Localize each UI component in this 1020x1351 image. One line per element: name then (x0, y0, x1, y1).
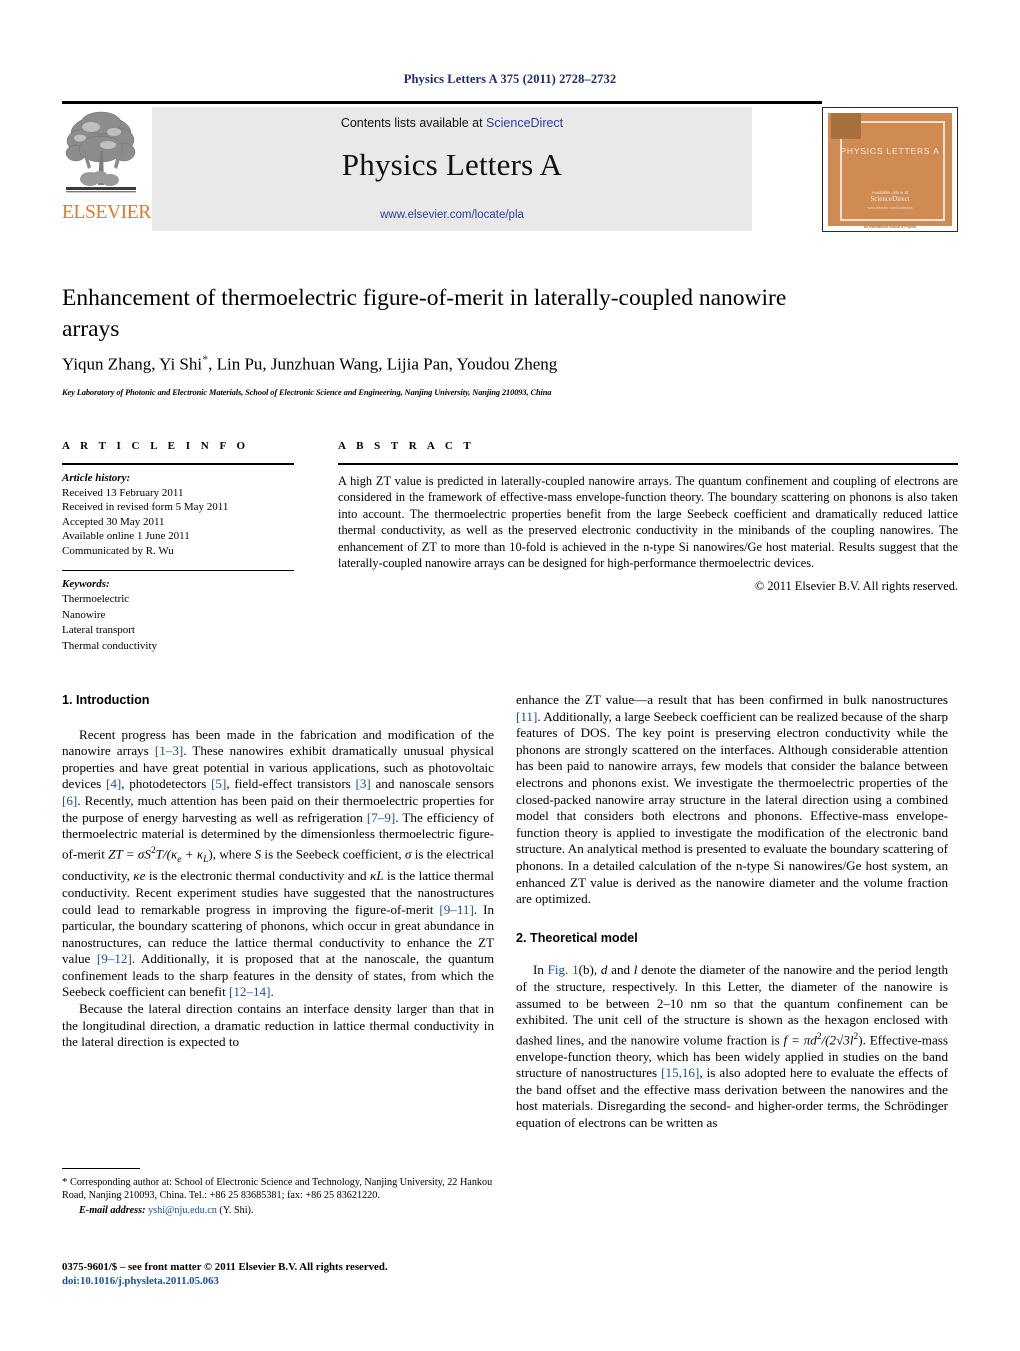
authors-tail: , Lin Pu, Junzhuan Wang, Lijia Pan, Youd… (208, 354, 558, 374)
masthead-band: Contents lists available at ScienceDirec… (152, 107, 752, 231)
paragraph-intro-1: Recent progress has been made in the fab… (62, 727, 494, 1001)
keyword-item: Thermal conductivity (62, 639, 157, 652)
math-run: = σS (122, 846, 151, 862)
math-run: T (155, 846, 163, 862)
keywords-label: Keywords: (62, 577, 110, 590)
math-symbol-kappa-e: κe (133, 868, 146, 884)
issn-line: 0375-9601/$ – see front matter © 2011 El… (62, 1261, 388, 1273)
reference-link[interactable]: [9–11] (439, 902, 473, 917)
text-run: is the electronic thermal conductivity a… (145, 868, 371, 884)
section-heading-theoretical-model: 2. Theoretical model (516, 930, 638, 945)
affiliation: Key Laboratory of Photonic and Electroni… (62, 388, 552, 397)
section-heading-introduction: 1. Introduction (62, 693, 150, 707)
doi-link[interactable]: doi:10.1016/j.physleta.2011.05.063 (62, 1274, 522, 1288)
text-run: where (216, 846, 255, 862)
body-column-left: 1. Introduction Recent progress has been… (62, 692, 494, 1051)
text-run: . Additionally, a large Seebeck coeffici… (516, 708, 948, 907)
cover-title: PHYSICS LETTERS A (840, 146, 940, 156)
reference-link[interactable]: [11] (516, 709, 537, 724)
math-run: ), (208, 846, 217, 862)
cover-foot-sciencedirect: ScienceDirect (870, 195, 910, 203)
elsevier-logo: ELSEVIER (62, 107, 151, 231)
reference-link[interactable]: [9–12] (97, 951, 132, 966)
email-label: E-mail address: (79, 1205, 146, 1217)
footnote-email-line: E-mail address: yshi@nju.edu.cn (Y. Shi)… (62, 1204, 494, 1217)
elsevier-tree-icon (65, 111, 136, 193)
journal-title: Physics Letters A (341, 147, 563, 182)
contents-prefix: Contents lists available at (340, 116, 487, 130)
copyright-line: © 2011 Elsevier B.V. All rights reserved… (754, 579, 958, 594)
paragraph-right-2: In Fig. 1(b), d and l denote the diamete… (516, 962, 948, 1131)
keyword-item: Nanowire (62, 608, 106, 621)
text-run: (b), (578, 962, 601, 978)
journal-cover-thumbnail[interactable]: PHYSICS LETTERS A Available online at Sc… (822, 107, 958, 232)
reference-link[interactable]: [15,16] (661, 1065, 699, 1080)
elsevier-wordmark: ELSEVIER (62, 202, 151, 223)
reference-link[interactable]: [6] (62, 793, 77, 808)
contents-line: Contents lists available at ScienceDirec… (152, 116, 752, 130)
cover-bottom-text: An International Journal of Physics (863, 225, 917, 229)
text-run: . (270, 984, 274, 1000)
article-info-column: A R T I C L E I N F O Article history: R… (62, 440, 294, 654)
abstract-column: A B S T R A C T A high ZT value is predi… (338, 440, 958, 594)
paragraph-right-1: enhance the ZT value—a result that has b… (516, 692, 948, 908)
journal-article-page: Physics Letters A 375 (2011) 2728–2732 E… (0, 0, 1020, 1351)
history-item: Received 13 February 2011 (62, 486, 184, 499)
text-run: is the Seebeck coefficient, (261, 846, 405, 862)
article-history-label: Article history: (62, 472, 131, 484)
issn-block: 0375-9601/$ – see front matter © 2011 El… (62, 1260, 522, 1288)
cover-foot-url: www.elsevier.com/locate/pla (867, 206, 913, 210)
running-head: Physics Letters A 375 (2011) 2728–2732 (403, 72, 617, 86)
reference-link[interactable]: [7–9] (367, 810, 395, 825)
history-item: Communicated by R. Wu (62, 544, 174, 557)
journal-url-link[interactable]: www.elsevier.com/locate/pla (152, 209, 752, 221)
reference-link[interactable]: [12–14] (229, 984, 270, 999)
math-run: /(κ (162, 846, 178, 862)
text-run: In (533, 962, 548, 978)
keyword-item: Lateral transport (62, 624, 135, 637)
text-run: Corresponding author at: School of Elect… (62, 1177, 493, 1202)
authors-head: Yiqun Zhang, Yi Shi (62, 354, 203, 374)
history-item: Received in revised form 5 May 2011 (62, 501, 229, 514)
article-info-heading: A R T I C L E I N F O (62, 440, 250, 452)
article-history-block: Article history: Received 13 February 20… (62, 465, 294, 559)
history-item: Available online 1 June 2011 (62, 530, 190, 543)
text-run: and nanoscale sensors (370, 776, 494, 792)
reference-link[interactable]: [5] (211, 776, 226, 791)
page-title: Enhancement of thermoelectric figure-of-… (62, 285, 787, 342)
cover-badge-icon (831, 113, 861, 139)
text-run: (Y. Shi). (216, 1205, 254, 1217)
keywords-block: Keywords: Thermoelectric Nanowire Latera… (62, 571, 294, 655)
reference-link[interactable]: [4] (106, 776, 121, 791)
math-zt: ZT (108, 846, 123, 862)
text-run: , field-effect transistors (226, 776, 356, 792)
author-list: Yiqun Zhang, Yi Shi*, Lin Pu, Junzhuan W… (62, 352, 862, 375)
footnote-rule (62, 1168, 140, 1169)
paragraph-intro-2: Because the lateral direction contains a… (62, 1001, 494, 1050)
abstract-text: A high ZT value is predicted in laterall… (338, 474, 958, 571)
email-link[interactable]: yshi@nju.edu.cn (148, 1205, 217, 1216)
math-run: /(2√3l (821, 1032, 854, 1048)
math-run: = πd (787, 1032, 817, 1048)
masthead-top-rule (62, 101, 822, 104)
abstract-heading: A B S T R A C T (338, 440, 475, 452)
history-item: Accepted 30 May 2011 (62, 515, 165, 528)
corresponding-author-footnote: * Corresponding author at: School of Ele… (62, 1168, 494, 1218)
math-symbol-kappa-l: κL (370, 868, 384, 884)
math-run: + κ (181, 846, 204, 862)
body-column-right: enhance the ZT value—a result that has b… (516, 692, 948, 1132)
text-run: and (607, 962, 634, 978)
text-run: , photodetectors (121, 776, 212, 792)
keyword-item: Thermoelectric (62, 593, 130, 606)
journal-masthead: ELSEVIER Contents lists available at Sci… (62, 101, 958, 232)
reference-link[interactable]: [1–3] (155, 743, 183, 758)
text-run: enhance the ZT value—a result that has b… (516, 692, 948, 707)
footnote-text: * Corresponding author at: School of Ele… (62, 1176, 494, 1202)
sciencedirect-link[interactable]: ScienceDirect (486, 116, 563, 130)
reference-link[interactable]: [3] (356, 776, 371, 791)
figure-link[interactable]: Fig. 1 (548, 962, 579, 977)
